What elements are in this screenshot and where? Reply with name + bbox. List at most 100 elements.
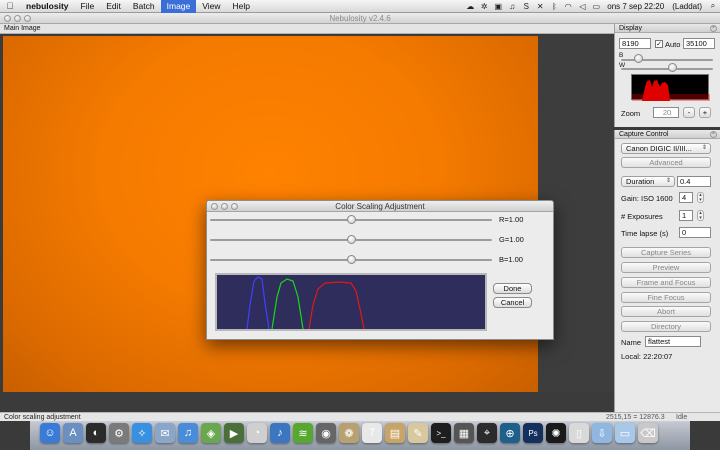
itunes-icon[interactable]: ♫ <box>178 423 198 443</box>
menu-image[interactable]: Image <box>160 0 197 13</box>
gain-stepper[interactable]: ▴ ▾ <box>697 192 704 203</box>
w-slider-knob[interactable] <box>667 63 677 72</box>
wifi-icon[interactable]: ◠ <box>561 0 575 13</box>
apple-menu-icon[interactable]:  <box>0 1 20 11</box>
directory-button[interactable]: Directory <box>621 321 711 332</box>
camera-icon[interactable]: ◉ <box>316 423 336 443</box>
close-icon[interactable]: × <box>710 131 717 138</box>
r-slider-knob[interactable] <box>347 215 356 224</box>
menu-help[interactable]: Help <box>227 0 256 13</box>
auto-checkbox[interactable]: ✓ <box>655 40 663 48</box>
menu-file[interactable]: File <box>75 0 101 13</box>
headphones-icon[interactable]: ♫ <box>505 0 519 13</box>
music-icon[interactable]: ♪ <box>270 423 290 443</box>
zoom-dialog-button[interactable] <box>231 203 238 210</box>
zoom-in-button[interactable]: + <box>699 107 711 118</box>
bluetooth-icon[interactable]: ᛒ <box>547 0 561 13</box>
close-dialog-button[interactable] <box>211 203 218 210</box>
documents-folder-icon[interactable]: ▭ <box>615 423 635 443</box>
b-slider-label: B <box>619 52 624 59</box>
network-icon[interactable]: ⊕ <box>500 423 520 443</box>
system-preferences-icon[interactable]: ⚙ <box>109 423 129 443</box>
white-point-input[interactable]: 35100 <box>683 38 715 49</box>
camera-select[interactable]: Canon DIGIC II/III... ⇕ <box>621 143 711 154</box>
exposures-stepper[interactable]: ▴ ▾ <box>697 210 704 221</box>
calendar-icon[interactable]: 7 <box>362 423 382 443</box>
display-title-text: Display <box>619 25 642 32</box>
notes-icon[interactable]: ✎ <box>408 423 428 443</box>
menu-batch[interactable]: Batch <box>127 0 161 13</box>
close-window-button[interactable] <box>4 15 11 22</box>
zoom-value[interactable]: 20 <box>653 107 679 118</box>
capture-title-text: Capture Control <box>619 131 669 138</box>
clock[interactable]: ons 7 sep 22:20 <box>603 2 668 11</box>
chevron-down-icon: ⇕ <box>701 145 707 151</box>
zoom-window-button[interactable] <box>24 15 31 22</box>
color-histogram-graph <box>246 276 365 329</box>
android-icon[interactable]: ◈ <box>201 423 221 443</box>
photoshop-icon[interactable]: Ps <box>523 423 543 443</box>
book-icon[interactable]: ▤ <box>385 423 405 443</box>
gear-icon[interactable]: ✲ <box>477 0 491 13</box>
advanced-button[interactable]: Advanced <box>621 157 711 168</box>
spotify-icon[interactable]: ≋ <box>293 423 313 443</box>
status-bar: Color scaling adjustment 2515,15 = 12876… <box>0 412 720 421</box>
search-icon[interactable]: ⌕ <box>706 0 720 13</box>
calculator-icon[interactable]: ▦ <box>454 423 474 443</box>
frame-and-focus-button[interactable]: Frame and Focus <box>621 277 711 288</box>
minimize-dialog-button[interactable] <box>221 203 228 210</box>
battery-status[interactable]: (Laddat) <box>668 2 706 11</box>
timelapse-label: Time lapse (s) <box>621 229 669 238</box>
zoom-out-button[interactable]: - <box>683 107 695 118</box>
cloud-icon[interactable]: ☁ <box>463 0 477 13</box>
square-icon[interactable]: ▣ <box>491 0 505 13</box>
w-slider-track[interactable] <box>621 68 713 70</box>
app-store-icon[interactable]: A <box>63 423 83 443</box>
nebulosity-icon[interactable]: ✺ <box>546 423 566 443</box>
gain-input[interactable]: 4 <box>679 192 693 203</box>
close-icon[interactable]: × <box>710 25 717 32</box>
volume-icon[interactable]: ◁ <box>575 0 589 13</box>
photo-icon[interactable]: ❁ <box>339 423 359 443</box>
abort-button[interactable]: Abort <box>621 306 711 317</box>
capture-series-button[interactable]: Capture Series <box>621 247 711 258</box>
clock-icon[interactable]: ◔ <box>247 423 267 443</box>
menu-edit[interactable]: Edit <box>100 0 127 13</box>
battery-icon[interactable]: ▭ <box>589 0 603 13</box>
menu-nebulosity[interactable]: nebulosity <box>20 0 75 13</box>
camera-select-value: Canon DIGIC II/III... <box>626 144 692 153</box>
b-slider-knob[interactable] <box>633 54 643 63</box>
trash-icon[interactable]: ⌫ <box>638 423 658 443</box>
finder-icon[interactable]: ☺ <box>40 423 60 443</box>
dashboard-icon[interactable]: ◐ <box>86 423 106 443</box>
black-point-input[interactable]: 8190 <box>619 38 651 49</box>
capture-panel-title: Capture Control × <box>615 130 720 139</box>
timelapse-input[interactable]: 0 <box>679 227 711 238</box>
dialog-window-controls <box>211 203 238 210</box>
preview-button[interactable]: Preview <box>621 262 711 273</box>
menu-bar:  nebulosity File Edit Batch Image View … <box>0 0 720 13</box>
document-icon[interactable]: ▯ <box>569 423 589 443</box>
terminal-icon[interactable]: >_ <box>431 423 451 443</box>
duration-select[interactable]: Duration ⇕ <box>621 176 675 187</box>
skype-icon[interactable]: S <box>519 0 533 13</box>
exposures-input[interactable]: 1 <box>679 210 693 221</box>
g-value-label: G=1.00 <box>499 235 524 244</box>
duration-input[interactable]: 0.4 <box>677 176 711 187</box>
name-input[interactable]: flattest <box>645 336 701 347</box>
mail-icon[interactable]: ✉ <box>155 423 175 443</box>
safari-icon[interactable]: ✧ <box>132 423 152 443</box>
downloads-folder-icon[interactable]: ⇩ <box>592 423 612 443</box>
g-slider-knob[interactable] <box>347 235 356 244</box>
color-histogram <box>215 273 487 331</box>
x-icon[interactable]: ✕ <box>533 0 547 13</box>
menu-view[interactable]: View <box>196 0 226 13</box>
color-scaling-dialog: Color Scaling Adjustment R=1.00 G=1.00 B… <box>206 200 554 340</box>
done-button[interactable]: Done <box>493 283 532 294</box>
cancel-button[interactable]: Cancel <box>493 297 532 308</box>
telescope-icon[interactable]: ⌖ <box>477 423 497 443</box>
b-slider-knob-dialog[interactable] <box>347 255 356 264</box>
facetime-icon[interactable]: ▶ <box>224 423 244 443</box>
minimize-window-button[interactable] <box>14 15 21 22</box>
fine-focus-button[interactable]: Fine Focus <box>621 292 711 303</box>
